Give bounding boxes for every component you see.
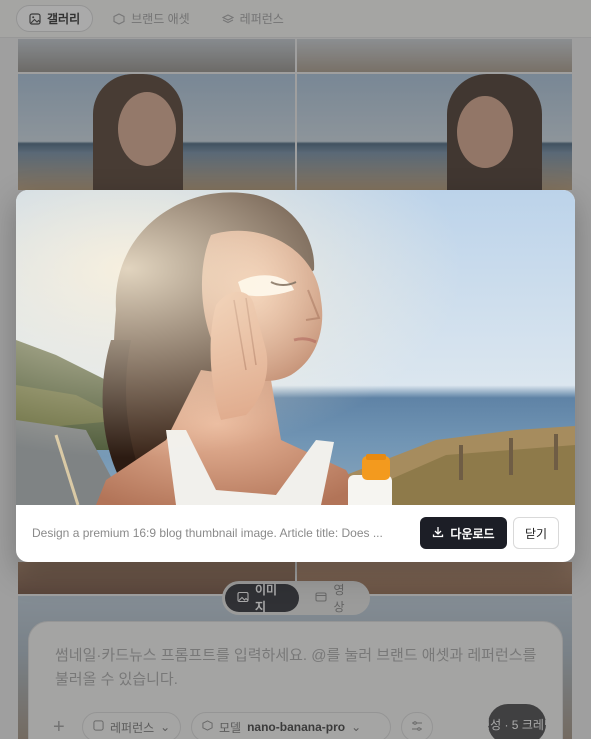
download-button-label: 다운로드 (450, 526, 495, 541)
image-preview-modal: Design a premium 16:9 blog thumbnail ima… (16, 190, 575, 562)
download-button[interactable]: 다운로드 (420, 517, 507, 549)
download-icon (432, 526, 444, 541)
close-button[interactable]: 닫기 (513, 517, 559, 549)
close-button-label: 닫기 (524, 526, 548, 541)
modal-footer: Design a premium 16:9 blog thumbnail ima… (16, 505, 575, 562)
preview-image (16, 190, 575, 505)
prompt-caption: Design a premium 16:9 blog thumbnail ima… (32, 526, 383, 540)
